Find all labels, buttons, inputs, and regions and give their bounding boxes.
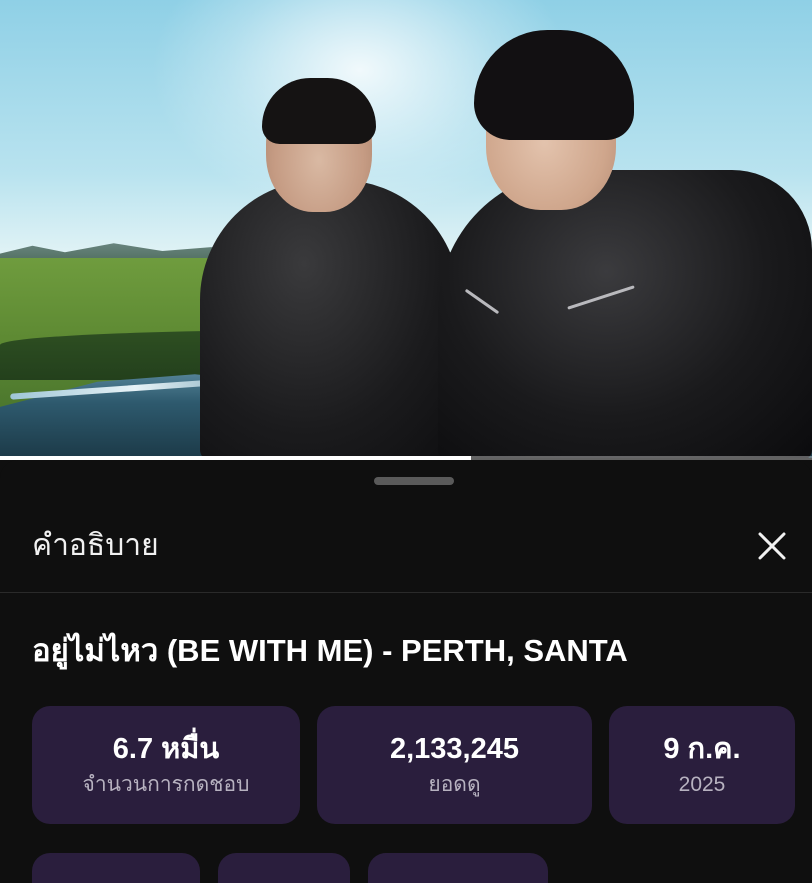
chip[interactable] xyxy=(368,853,548,883)
close-button[interactable] xyxy=(748,522,796,570)
person-right-jacket xyxy=(438,170,812,458)
views-value: 2,133,245 xyxy=(389,733,519,765)
likes-stat: 6.7 หมื่น จำนวนการกดชอบ xyxy=(32,706,300,824)
video-title: อยู่ไม่ไหว (BE WITH ME) - PERTH, SANTA xyxy=(32,633,628,668)
date-value: 9 ก.ค. xyxy=(663,733,741,765)
chip[interactable] xyxy=(218,853,350,883)
person-left-jacket xyxy=(200,180,460,458)
description-sheet: คำอธิบาย อยู่ไม่ไหว (BE WITH ME) - PERTH… xyxy=(0,460,812,883)
close-icon xyxy=(758,532,786,560)
video-player[interactable] xyxy=(0,0,812,458)
chip-row xyxy=(0,853,812,883)
stats-row: 6.7 หมื่น จำนวนการกดชอบ 2,133,245 ยอดดู … xyxy=(0,706,812,826)
likes-label: จำนวนการกดชอบ xyxy=(82,773,250,796)
year-label: 2025 xyxy=(678,773,726,796)
views-label: ยอดดู xyxy=(428,773,481,796)
sheet-header: คำอธิบาย xyxy=(0,500,812,593)
sheet-title: คำอธิบาย xyxy=(32,529,159,562)
chip[interactable] xyxy=(32,853,200,883)
views-stat: 2,133,245 ยอดดู xyxy=(317,706,592,824)
drag-handle[interactable] xyxy=(374,477,454,485)
likes-value: 6.7 หมื่น xyxy=(112,733,220,765)
date-stat: 9 ก.ค. 2025 xyxy=(609,706,795,824)
